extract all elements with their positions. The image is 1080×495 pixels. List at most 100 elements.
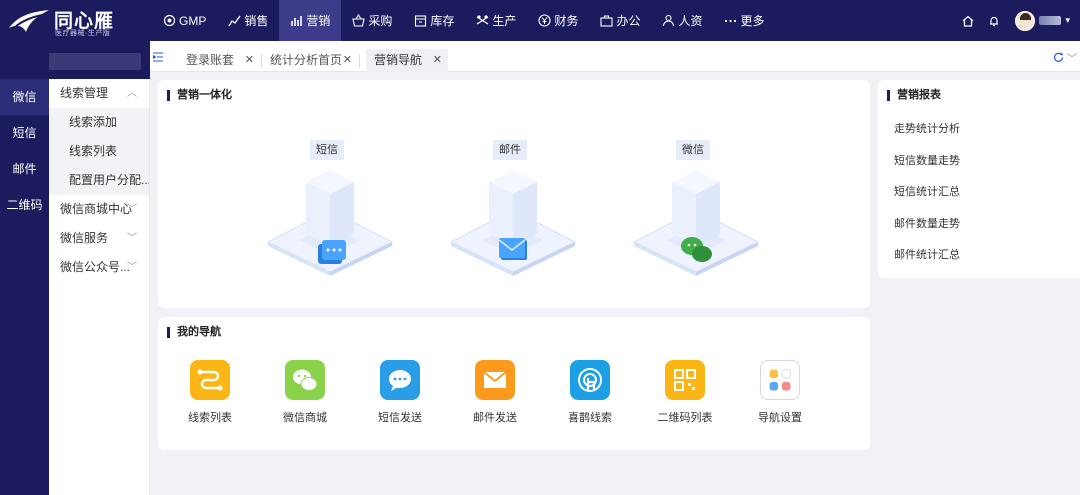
close-icon[interactable]: ✕ — [245, 49, 254, 72]
reports-panel: 营销报表 走势统计分析 短信数量走势 短信统计汇总 邮件数量走势 邮件统计汇总 — [878, 80, 1080, 278]
submenu-clue-management[interactable]: 线索管理 ︿ — [49, 79, 149, 108]
nav-label: 生产 — [492, 14, 517, 28]
logo[interactable]: 同心雁 医疗器械·生产版 — [8, 4, 148, 38]
nav-card-label: 短信发送 — [378, 412, 422, 424]
tab-item[interactable]: 营销导航 ✕ — [366, 49, 448, 72]
close-icon[interactable]: ✕ — [343, 49, 352, 72]
nav-card-touch[interactable]: 喜鹊线索 — [555, 360, 625, 425]
submenu-child-item[interactable]: 线索列表 — [49, 137, 149, 166]
tab-divider — [359, 54, 360, 68]
integration-mail[interactable]: 邮件 — [449, 140, 579, 290]
nav-card-envelope[interactable]: 邮件发送 — [460, 360, 530, 425]
briefcase-icon — [600, 14, 613, 27]
report-link[interactable]: 邮件数量走势 — [894, 215, 960, 231]
nav-production[interactable]: 生产 — [465, 0, 527, 41]
nav-label: 办公 — [616, 14, 641, 28]
chevron-down-icon[interactable]: ﹀ — [1067, 50, 1077, 65]
category-3[interactable]: 二维码 — [0, 187, 49, 223]
integration-sms[interactable]: 短信 — [266, 140, 396, 290]
envelope-icon — [475, 360, 515, 400]
nav-card-wechat-mall[interactable]: 微信商城 — [270, 360, 340, 425]
basket-icon — [352, 13, 366, 27]
chevron-down-icon[interactable]: ▾ — [1065, 15, 1070, 26]
integration-label: 邮件 — [493, 140, 527, 160]
report-link[interactable]: 邮件统计汇总 — [894, 246, 960, 262]
integration-title: 营销一体化 — [167, 90, 232, 101]
bar-chart-icon — [290, 14, 303, 27]
nav-inventory[interactable]: 库存 — [403, 0, 465, 41]
nav-chart[interactable]: 销售 — [217, 0, 279, 41]
home-icon[interactable] — [955, 0, 981, 41]
nav-label: 采购 — [368, 14, 393, 28]
left-category-bar: 微信 短信 邮件 二维码 — [0, 41, 49, 495]
nav-label: 营销 — [306, 14, 331, 28]
submenu-group[interactable]: 微信服务 ﹀ — [49, 224, 149, 253]
menu-fold-icon[interactable] — [152, 51, 163, 65]
nav-gmp[interactable]: GMP — [152, 0, 217, 41]
nav-card-route[interactable]: 线索列表 — [175, 360, 245, 425]
top-bar: 同心雁 医疗器械·生产版 GMP 销售 营销 采购 库存 生产 财务 办公 人资 更多 ▾ — [0, 0, 1080, 41]
nav-card-label: 微信商城 — [283, 412, 327, 424]
touch-icon — [570, 360, 610, 400]
submenu-group-label: 微信服务 — [60, 231, 109, 245]
wechat-mall-icon — [285, 360, 325, 400]
more-icon — [724, 14, 737, 27]
tab-bar: 登录账套 ✕ 统计分析首页 ✕ 营销导航 ✕ ﹀ — [150, 41, 1080, 72]
route-icon — [190, 360, 230, 400]
submenu-child-item[interactable]: 配置用户分配... — [49, 166, 149, 195]
production-icon — [476, 14, 489, 27]
submenu-clue-label: 线索管理 — [60, 86, 109, 100]
logo-subtitle: 医疗器械·生产版 — [55, 30, 111, 37]
nav-card-label: 二维码列表 — [657, 412, 713, 424]
person-icon — [662, 14, 675, 27]
close-icon[interactable]: ✕ — [433, 49, 442, 72]
sms-icon — [266, 170, 394, 276]
my-nav-title: 我的导航 — [167, 327, 221, 338]
nav-label: 更多 — [740, 14, 765, 28]
nav-more[interactable]: 更多 — [713, 0, 775, 41]
chat-bubble-icon — [380, 360, 420, 400]
gmp-icon — [163, 14, 176, 27]
mail-icon — [449, 170, 577, 276]
integration-label: 微信 — [676, 140, 710, 160]
nav-card-settings-grid[interactable]: 导航设置 — [745, 360, 815, 425]
tab-item[interactable]: 登录账套 ✕ — [178, 49, 260, 72]
report-link[interactable]: 短信统计汇总 — [894, 183, 960, 199]
nav-basket[interactable]: 采购 — [341, 0, 403, 41]
report-link[interactable]: 走势统计分析 — [894, 120, 960, 136]
top-right-tools: ▾ — [955, 0, 1080, 41]
category-2[interactable]: 邮件 — [0, 151, 49, 187]
inventory-icon — [414, 14, 427, 27]
nav-label: 财务 — [554, 14, 579, 28]
nav-label: 库存 — [430, 14, 455, 28]
my-nav-panel: 我的导航 线索列表 微信商城 短信发送 邮件发送 喜鹊线索 二维码列表 导航设置 — [158, 317, 870, 450]
integration-wechat[interactable]: 微信 — [632, 140, 762, 290]
nav-card-chat-bubble[interactable]: 短信发送 — [365, 360, 435, 425]
nav-person[interactable]: 人资 — [651, 0, 713, 41]
category-1[interactable]: 短信 — [0, 115, 49, 151]
refresh-icon[interactable] — [1053, 52, 1064, 66]
bell-icon[interactable] — [981, 0, 1007, 41]
submenu-group-label: 微信商城中心 — [60, 202, 133, 216]
logo-icon — [9, 10, 49, 32]
submenu-group[interactable]: 微信商城中心 ﹀ — [49, 195, 149, 224]
submenu-child-item[interactable]: 线索添加 — [49, 108, 149, 137]
submenu-group[interactable]: 微信公众号... ﹀ — [49, 253, 149, 282]
chevron-down-icon: ﹀ — [127, 204, 137, 215]
chevron-down-icon: ﹀ — [127, 233, 137, 244]
nav-briefcase[interactable]: 办公 — [589, 0, 651, 41]
user-name-blurred[interactable] — [1039, 16, 1062, 25]
nav-label: 人资 — [678, 14, 703, 28]
nav-card-label: 邮件发送 — [473, 412, 517, 424]
tab-item[interactable]: 统计分析首页 ✕ — [262, 49, 358, 72]
nav-card-qrcode[interactable]: 二维码列表 — [650, 360, 720, 425]
integration-panel: 营销一体化 短信 邮件 微信 — [158, 80, 870, 308]
nav-label: GMP — [179, 13, 207, 28]
report-link[interactable]: 短信数量走势 — [894, 152, 960, 168]
category-0[interactable]: 微信 — [0, 79, 49, 115]
nav-yen[interactable]: 财务 — [527, 0, 589, 41]
tab-label: 登录账套 — [186, 53, 235, 67]
avatar[interactable] — [1015, 10, 1036, 31]
nav-bar-chart[interactable]: 营销 — [279, 0, 342, 41]
submenu-group-label: 微信公众号... — [60, 260, 131, 274]
